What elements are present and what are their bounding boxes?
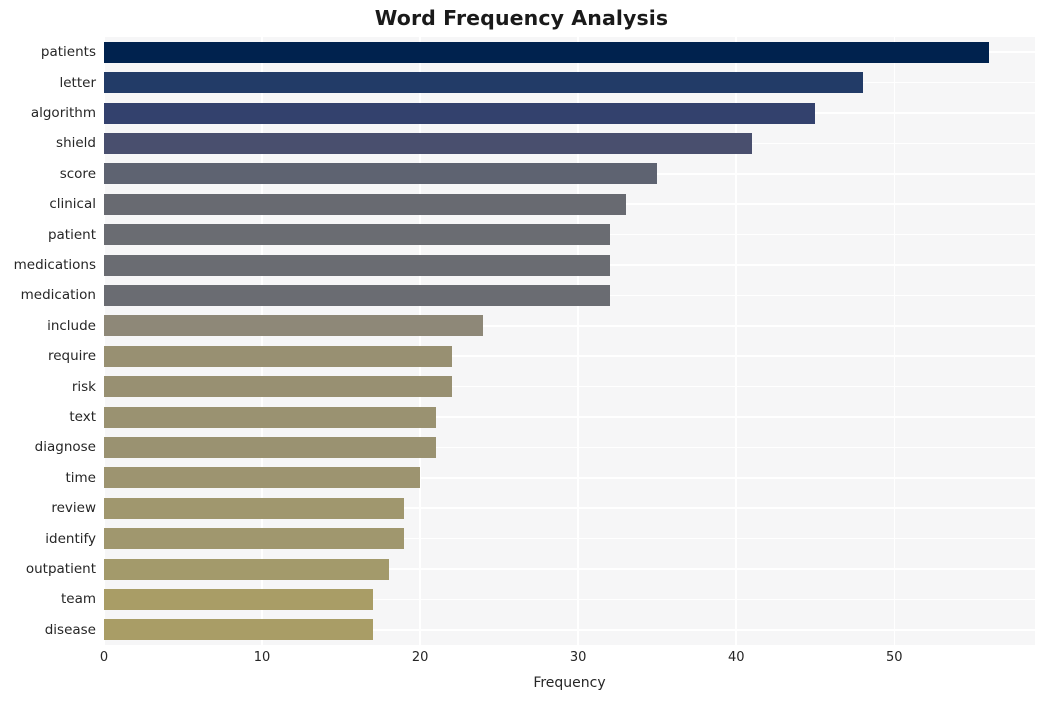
x-tick-label-50: 50	[886, 650, 903, 665]
y-tick-label-medication: medication	[20, 287, 96, 304]
y-tick-label-patients: patients	[40, 44, 96, 61]
bar	[104, 163, 658, 185]
bar	[104, 224, 610, 246]
word-frequency-chart-figure: Word Frequency Analysis patients letter al…	[0, 0, 1043, 701]
bar	[104, 345, 452, 367]
y-tick-label-require: require	[48, 348, 96, 365]
bar	[104, 193, 626, 215]
bar	[104, 467, 421, 489]
x-axis-tick-labels: 0 10 20 30 40 50	[0, 650, 1043, 670]
bar	[104, 436, 436, 458]
y-tick-label-shield: shield	[56, 135, 96, 152]
bar	[104, 619, 373, 641]
bar	[104, 132, 753, 154]
y-tick-label-algorithm: algorithm	[30, 105, 96, 121]
x-tick-label-40: 40	[727, 650, 745, 665]
y-tick-label-time: time	[65, 469, 96, 486]
bar	[104, 406, 436, 428]
y-tick-label-diagnose: diagnose	[34, 439, 96, 456]
y-axis-tick-labels: patients letter algorithm shield score clinic…	[0, 37, 96, 645]
bar	[104, 528, 405, 550]
bar	[104, 254, 610, 276]
bar	[104, 284, 610, 306]
y-tick-label-letter: letter	[59, 74, 97, 91]
bar	[104, 315, 484, 337]
y-tick-label-patient: patient	[47, 226, 96, 243]
bar	[104, 558, 389, 580]
y-tick-label-risk: risk	[71, 378, 96, 395]
chart-title: Word Frequency Analysis	[374, 6, 669, 30]
y-tick-label-review: review	[51, 500, 96, 517]
y-tick-label-disease: disease	[44, 621, 96, 638]
y-tick-label-include: include	[47, 317, 96, 334]
y-tick-label-team: team	[60, 591, 96, 608]
x-tick-label-10: 10	[253, 650, 271, 665]
bar	[104, 41, 990, 63]
x-tick-label-0: 0	[99, 650, 109, 665]
y-tick-label-text: text	[69, 409, 96, 425]
bar-series	[104, 37, 1035, 645]
y-tick-label-medications: medications	[13, 257, 96, 273]
x-axis-title: Frequency	[533, 675, 606, 691]
bar	[104, 588, 373, 610]
x-tick-label-20: 20	[411, 650, 429, 665]
bar	[104, 102, 816, 124]
y-tick-label-score: score	[59, 165, 96, 182]
plot-area	[104, 37, 1035, 645]
y-tick-label-identify: identify	[45, 530, 96, 547]
y-tick-label-clinical: clinical	[49, 196, 96, 213]
bar	[104, 72, 863, 94]
bar	[104, 497, 405, 519]
bar	[104, 376, 452, 398]
y-tick-label-outpatient: outpatient	[25, 561, 96, 577]
x-tick-label-30: 30	[569, 650, 587, 665]
